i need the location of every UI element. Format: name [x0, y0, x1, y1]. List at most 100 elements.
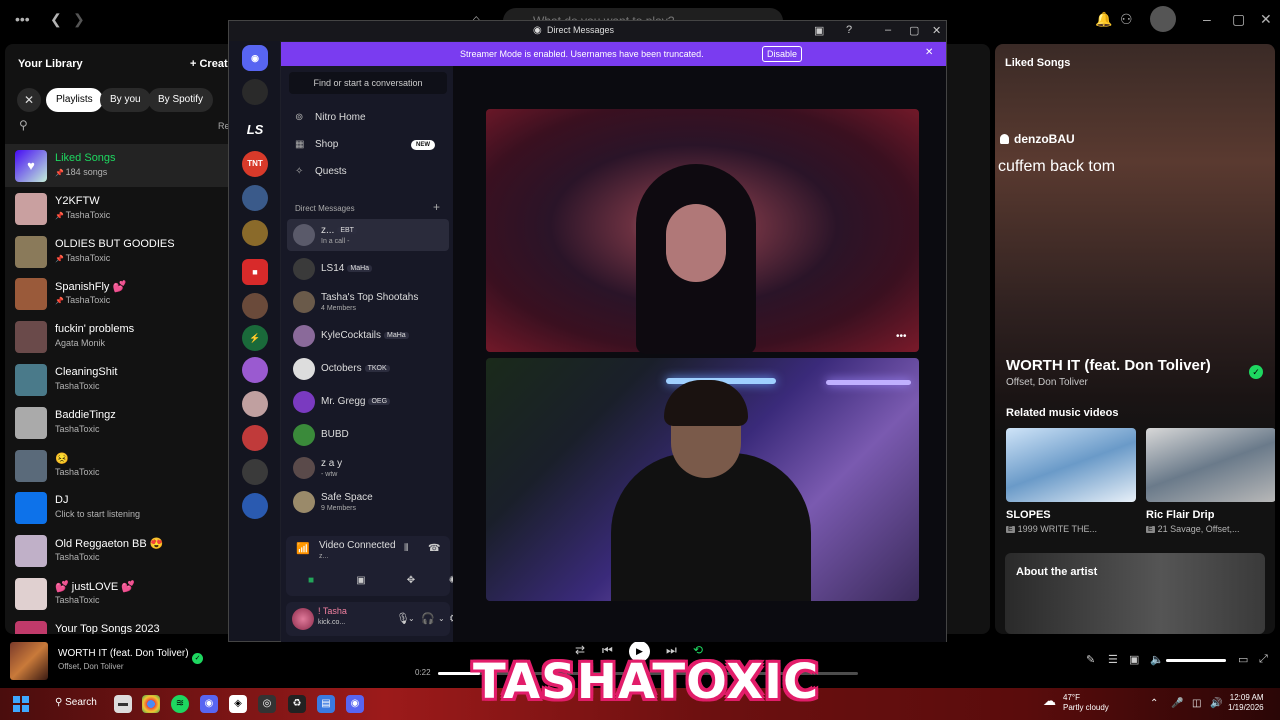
voice-status[interactable]: Video Connected — [319, 540, 396, 551]
dm-item[interactable]: KyleCocktails MaHa — [287, 320, 449, 352]
more-icon[interactable]: ••• — [15, 11, 30, 27]
noise-suppression-icon[interactable]: ⦀ — [404, 543, 408, 554]
now-playing-artist[interactable]: Offset, Don Toliver — [58, 662, 124, 671]
dm-item[interactable]: z... EBT In a call - — [287, 219, 449, 251]
discord-taskbar-icon-2[interactable]: ◉ — [346, 695, 364, 713]
server-ls[interactable]: LS — [242, 117, 268, 143]
dm-item[interactable]: Tasha's Top Shootahs 4 Members — [287, 286, 449, 318]
server-icon[interactable] — [242, 220, 268, 246]
server-icon[interactable] — [242, 357, 268, 383]
server-icon[interactable] — [242, 293, 268, 319]
close-icon[interactable]: ✕ — [1260, 11, 1272, 28]
notifications-icon[interactable]: 🔔 — [1095, 11, 1112, 28]
lyrics-icon[interactable]: ✎ — [1086, 653, 1095, 666]
user-avatar[interactable] — [292, 608, 314, 630]
library-title[interactable]: Your Library — [18, 58, 83, 70]
new-dm-icon[interactable]: + — [433, 200, 440, 214]
video-title[interactable]: SLOPES — [1006, 509, 1051, 521]
library-item[interactable]: ♥ Liked Songs 📌 184 songs — [5, 144, 240, 187]
library-item[interactable]: SpanishFly 💕 📌 TashaToxic — [5, 272, 240, 315]
dm-item[interactable]: Mr. Gregg OEG — [287, 386, 449, 418]
library-item[interactable]: 💕 justLOVE 💕 TashaToxic — [5, 572, 240, 615]
library-item[interactable]: Your Top Songs 2023 — [5, 615, 240, 634]
queue-icon[interactable]: ☰ — [1108, 653, 1118, 666]
minimize-icon[interactable]: – — [1203, 11, 1211, 27]
help-icon[interactable]: ? — [846, 24, 852, 36]
library-item[interactable]: BaddieTingz TashaToxic — [5, 401, 240, 444]
avatar[interactable] — [1150, 6, 1176, 32]
server-icon[interactable] — [242, 493, 268, 519]
song-artist[interactable]: Offset, Don Toliver — [1006, 377, 1088, 388]
inbox-icon[interactable]: ▣ — [814, 24, 824, 37]
app-icon[interactable]: ♻ — [288, 695, 306, 713]
dm-item[interactable]: Safe Space 9 Members — [287, 486, 449, 518]
close-icon[interactable]: ✕ — [932, 24, 941, 37]
server-icon[interactable] — [242, 425, 268, 451]
video-tile-2[interactable] — [486, 358, 919, 601]
windows-start-icon[interactable] — [13, 696, 29, 712]
minimize-icon[interactable]: – — [885, 24, 891, 36]
dm-home-icon[interactable]: ◉ — [242, 45, 268, 71]
screen-share-icon[interactable]: ▣ — [346, 572, 376, 590]
now-playing-header[interactable]: Liked Songs — [1005, 57, 1070, 69]
network-icon[interactable]: ◫ — [1192, 698, 1201, 709]
filter-playlists[interactable]: Playlists — [46, 88, 103, 112]
notepad-icon[interactable]: ▤ — [317, 695, 335, 713]
library-item[interactable]: DJ Click to start listening — [5, 486, 240, 529]
taskbar-search[interactable]: ⚲ Search — [55, 697, 97, 708]
friends-icon[interactable]: ⚇ — [1120, 11, 1133, 28]
nav-shop[interactable]: ▦ Shop — [295, 139, 338, 150]
maximize-icon[interactable]: ▢ — [909, 24, 919, 37]
user-name[interactable]: ! Tasha — [318, 606, 347, 616]
library-item[interactable]: CleaningShit TashaToxic — [5, 358, 240, 401]
mic-icon[interactable]: 🎤 — [1171, 698, 1183, 709]
song-title[interactable]: WORTH IT (feat. Don Toliver) — [1006, 357, 1211, 374]
disable-button[interactable]: Disable — [762, 46, 803, 62]
dm-item[interactable]: Octobers TKOK — [287, 353, 449, 385]
library-item[interactable]: Old Reggaeton BB 😍 TashaToxic — [5, 529, 240, 572]
miniplayer-icon[interactable]: ▭ — [1238, 653, 1248, 666]
weather-widget[interactable]: ☁ 47°F Partly cloudy — [1043, 693, 1109, 713]
library-search-icon[interactable]: ⚲ — [19, 118, 28, 132]
create-button[interactable]: + Creat — [190, 58, 228, 70]
back-icon[interactable]: ❮ — [50, 11, 62, 28]
folder-icon[interactable]: ■ — [242, 259, 268, 285]
about-artist-card[interactable]: About the artist — [1005, 553, 1265, 634]
file-explorer-icon[interactable]: ▬ — [114, 695, 132, 713]
video-tile-1[interactable]: ••• — [486, 109, 919, 354]
library-item[interactable]: OLDIES BUT GOODIES 📌 TashaToxic — [5, 230, 240, 273]
camera-icon[interactable]: ■ — [296, 572, 326, 590]
chrome-icon[interactable] — [142, 695, 160, 713]
now-playing-title[interactable]: WORTH IT (feat. Don Toliver) — [58, 648, 189, 659]
library-item[interactable]: fuckin' problems Agata Monik — [5, 315, 240, 358]
volume-slider[interactable] — [1166, 659, 1226, 662]
filter-by-spotify[interactable]: By Spotify — [148, 88, 214, 112]
activities-icon[interactable]: ✥ — [396, 572, 426, 590]
disconnect-icon[interactable]: ☎ — [428, 543, 440, 554]
server-icon[interactable] — [242, 391, 268, 417]
chevron-down-icon[interactable]: ⌄ — [408, 614, 415, 623]
server-icon[interactable] — [242, 459, 268, 485]
obs-icon[interactable]: ◈ — [229, 695, 247, 713]
voice-channel[interactable]: z... — [319, 553, 328, 560]
maximize-icon[interactable]: ▢ — [1232, 11, 1245, 28]
connect-device-icon[interactable]: ▣ — [1129, 653, 1139, 666]
dm-item[interactable]: z a y - wtw — [287, 452, 449, 484]
clock[interactable]: 12:09 AM 1/19/2026 — [1228, 693, 1264, 713]
library-item[interactable]: 😣 TashaToxic — [5, 444, 240, 487]
spotify-icon[interactable]: ≋ — [171, 695, 189, 713]
library-item[interactable]: Y2KFTW 📌 TashaToxic — [5, 187, 240, 230]
video-title[interactable]: Ric Flair Drip — [1146, 509, 1214, 521]
forward-icon[interactable]: ❯ — [73, 11, 85, 28]
clear-filter-button[interactable]: ✕ — [17, 88, 41, 112]
chevron-down-icon[interactable]: ⌄ — [438, 614, 445, 623]
now-playing-cover[interactable] — [10, 642, 48, 680]
server-tnt[interactable]: TNT — [242, 151, 268, 177]
close-banner-icon[interactable]: ✕ — [925, 47, 933, 58]
headphones-icon[interactable]: 🎧 — [421, 612, 435, 625]
volume-icon[interactable]: 🔈 — [1150, 653, 1164, 666]
server-icon[interactable] — [242, 79, 268, 105]
tray-chevron-icon[interactable]: ⌃ — [1150, 698, 1158, 709]
nav-quests[interactable]: ✧ Quests — [295, 166, 347, 177]
nav-nitro-home[interactable]: ⊚ Nitro Home — [295, 112, 366, 123]
